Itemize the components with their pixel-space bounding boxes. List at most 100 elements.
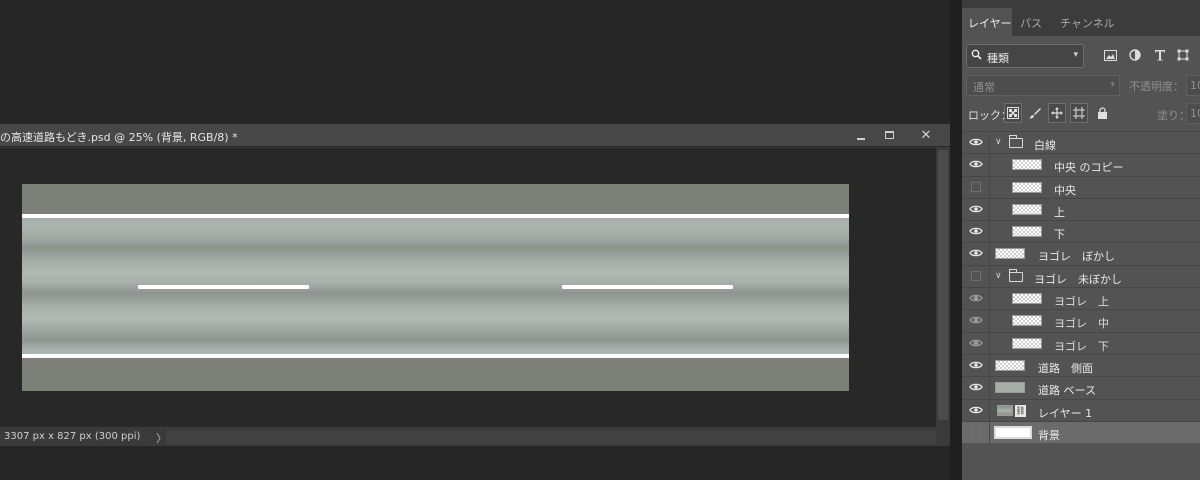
layer-name: ヨゴレ ぼかし [1038, 250, 1115, 264]
eye-icon[interactable] [969, 382, 983, 393]
tab-layers[interactable]: レイヤー [962, 8, 1012, 36]
layer-name: ヨゴレ 上 [1054, 295, 1109, 309]
fill-field[interactable]: 10 [1186, 103, 1200, 124]
chevron-down-icon[interactable]: ∨ [995, 137, 1002, 147]
lock-all-icon [1097, 107, 1107, 119]
tab-channels[interactable]: チャンネル [1054, 8, 1134, 36]
minimize-button[interactable] [848, 127, 874, 143]
layer-row[interactable]: ヨゴレ ぼかし [962, 242, 1200, 265]
blend-mode-select[interactable]: 通常 ▾ [966, 75, 1120, 96]
adjustment-filter-button[interactable] [1127, 47, 1143, 63]
layer-name: レイヤー 1 [1038, 406, 1093, 420]
layer-thumbnail [1012, 159, 1042, 171]
lock-all-button[interactable] [1093, 103, 1111, 123]
eye-icon[interactable] [969, 248, 983, 259]
layer-row[interactable]: ∨ 白線 [962, 131, 1200, 154]
lock-transparency-button[interactable] [1004, 103, 1022, 123]
opacity-label: 不透明度： [1129, 80, 1184, 93]
type-filter-icon [1155, 50, 1165, 61]
document-window: の高速道路もどき.psd @ 25% (背景, RGB/8) * ✕ 3307 … [0, 124, 950, 446]
layer-thumbnail [995, 359, 1025, 371]
horizontal-scrollbar[interactable] [166, 430, 936, 444]
vertical-scrollbar-thumb[interactable] [938, 150, 948, 420]
layer-name: 中央 [1054, 183, 1076, 197]
search-icon [971, 49, 982, 63]
eye-icon[interactable] [969, 226, 983, 237]
eye-icon[interactable] [969, 338, 983, 349]
minimize-icon [857, 137, 865, 140]
lock-artboard-button[interactable] [1070, 103, 1088, 123]
document-title: の高速道路もどき.psd @ 25% (背景, RGB/8) * [0, 131, 238, 144]
eye-icon[interactable] [969, 159, 983, 170]
eye-icon[interactable] [969, 137, 983, 148]
status-bar: 3307 px x 827 px (300 ppi) 〉 [0, 426, 936, 446]
layer-name: 白線 [1034, 139, 1056, 152]
layer-row[interactable]: ヨゴレ 下 [962, 331, 1200, 354]
eye-icon[interactable] [969, 204, 983, 215]
layer-row[interactable]: 中央 [962, 175, 1200, 198]
document-titlebar[interactable]: の高速道路もどき.psd @ 25% (背景, RGB/8) * ✕ [0, 124, 950, 147]
image-filter-button[interactable] [1102, 47, 1118, 63]
layer-row[interactable]: ヨゴレ 中 [962, 309, 1200, 332]
panel-divider[interactable] [950, 0, 962, 480]
layer-row[interactable]: 道路 側面 [962, 353, 1200, 377]
close-button[interactable]: ✕ [906, 127, 946, 143]
blend-mode-value: 通常 [973, 81, 995, 94]
smart-object-icon: ⛓ [1015, 404, 1026, 417]
layer-row[interactable]: ヨゴレ 上 [962, 287, 1200, 310]
layer-name: 下 [1054, 228, 1065, 242]
layer-thumbnail [997, 404, 1013, 416]
row-divider [989, 421, 990, 444]
layer-row[interactable]: 下 [962, 220, 1200, 243]
visibility-toggle[interactable] [971, 181, 981, 192]
tab-paths[interactable]: パス [1014, 8, 1054, 36]
chevron-down-icon: ▾ [1073, 50, 1078, 60]
layer-row[interactable]: 上 [962, 197, 1200, 221]
eye-icon[interactable] [969, 293, 983, 304]
opacity-field[interactable]: 10 [1186, 75, 1200, 96]
row-divider [989, 332, 990, 354]
layer-list: ∨ 白線 中央 のコピー中央上下ヨゴレ ぼかし ∨ ヨゴレ 未ぼかしヨゴレ 上ヨゴレ 中… [962, 131, 1200, 444]
shape-filter-button[interactable] [1175, 47, 1191, 63]
eye-icon[interactable] [969, 315, 983, 326]
layer-row[interactable]: ⛓ レイヤー 1 [962, 398, 1200, 421]
row-divider [989, 154, 990, 176]
lock-paint-icon [1029, 108, 1041, 119]
layer-row[interactable]: 背景 [962, 420, 1200, 444]
visibility-toggle[interactable] [971, 270, 981, 281]
shape-filter-icon [1177, 49, 1189, 61]
vertical-scrollbar[interactable] [936, 148, 950, 426]
image-filter-icon [1103, 49, 1117, 61]
row-divider [989, 132, 990, 154]
row-divider [989, 243, 990, 265]
lock-paint-button[interactable] [1026, 103, 1044, 123]
layer-thumbnail [1012, 226, 1042, 238]
type-filter-button[interactable] [1152, 47, 1168, 63]
row-divider [989, 265, 990, 288]
eye-icon[interactable] [969, 360, 983, 371]
layer-thumbnail [1012, 181, 1042, 193]
row-divider [989, 310, 990, 332]
layer-thumbnail [1012, 203, 1042, 215]
layer-name: 背景 [1038, 428, 1060, 442]
layer-name: 道路 側面 [1038, 361, 1093, 375]
layer-row[interactable]: 道路 ベース [962, 376, 1200, 399]
canvas-area[interactable] [0, 148, 936, 426]
lock-position-button[interactable] [1048, 103, 1066, 123]
layer-filter-select[interactable]: 種類 ▾ [966, 44, 1084, 68]
edge-line-top [22, 214, 849, 218]
layer-filter-label: 種類 [987, 52, 1009, 65]
road-image[interactable] [22, 184, 849, 391]
eye-icon[interactable] [969, 405, 983, 416]
row-divider [989, 377, 990, 399]
row-divider [989, 354, 990, 377]
lock-artboard-icon [1073, 107, 1085, 119]
layer-thumbnail [995, 248, 1025, 260]
chevron-down-icon[interactable]: ∨ [995, 271, 1002, 281]
layer-row[interactable]: 中央 のコピー [962, 153, 1200, 176]
visibility-toggle[interactable] [971, 426, 981, 437]
row-divider [989, 221, 990, 243]
maximize-button[interactable] [876, 127, 902, 143]
layer-row[interactable]: ∨ ヨゴレ 未ぼかし [962, 264, 1200, 288]
layer-thumbnail [1012, 315, 1042, 327]
